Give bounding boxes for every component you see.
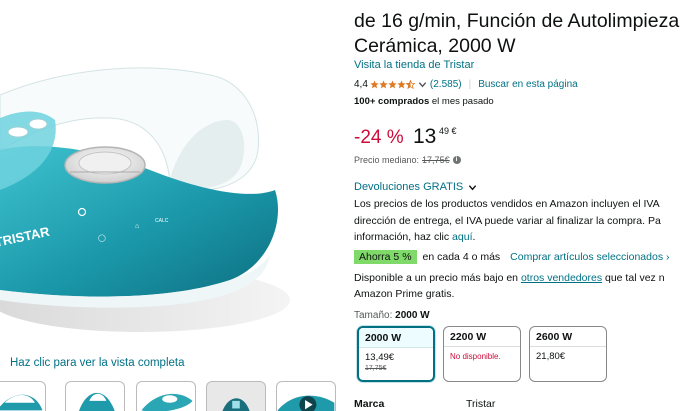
video-thumbnail[interactable] [276, 381, 336, 411]
free-returns-link[interactable]: Devoluciones GRATIS [354, 181, 477, 193]
product-image-pane: ◯ ⌂ CALC TRISTAR Haz clic para ver la vi… [0, 0, 340, 411]
size-option-unavailable: No disponible. [450, 352, 501, 361]
svg-text:◯: ◯ [98, 234, 106, 242]
divider: | [468, 79, 472, 90]
product-title-line-2: Cerámica, 2000 W [354, 35, 516, 57]
bought-count: 100+ comprados el mes pasado [354, 96, 494, 107]
size-option-price: 13,49€ [365, 352, 395, 363]
star-icon [379, 80, 388, 89]
star-rating-icon[interactable] [370, 80, 415, 89]
thumbnail-4[interactable] [206, 381, 266, 411]
store-link[interactable]: Visita la tienda de Tristar [354, 59, 474, 71]
size-option-2600w[interactable]: 2600 W 21,80€ [529, 326, 607, 382]
rating-row: 4,4 (2.585) | Buscar en esta página [354, 78, 578, 91]
star-icon [397, 80, 406, 89]
shop-selected-items-link[interactable]: Comprar artículos seleccionados › [510, 251, 669, 263]
size-option-2000w[interactable]: 2000 W 13,49€ 17,75€ [357, 326, 435, 382]
size-option-2200w[interactable]: 2200 W No disponible. [443, 326, 521, 382]
thumbnail-2[interactable] [65, 381, 125, 411]
median-price-value: 17,75€ [422, 155, 450, 165]
rating-value: 4,4 [354, 79, 368, 90]
thumbnail-1[interactable] [0, 381, 46, 411]
other-sellers-link[interactable]: otros vendedores [521, 272, 602, 284]
star-icon [388, 80, 397, 89]
size-option-price: 21,80€ [536, 351, 566, 362]
tax-info-line-3: información, haz clic aquí. [354, 231, 476, 243]
spec-key: Marca [354, 398, 385, 410]
svg-text:CALC: CALC [155, 218, 169, 224]
savings-badge: Ahorra 5 % [354, 249, 417, 264]
price-fraction: 49 € [439, 126, 457, 136]
svg-text:⌂: ⌂ [135, 223, 139, 230]
tax-info-line-2: dirección de entrega, el IVA puede varia… [354, 215, 661, 227]
main-product-image[interactable]: ◯ ⌂ CALC TRISTAR [0, 0, 300, 345]
chevron-down-icon [469, 184, 477, 190]
discount-percent: -24 % [354, 127, 404, 148]
availability-line-2: Amazon Prime gratis. [354, 288, 455, 300]
info-icon[interactable]: i [452, 156, 461, 164]
size-label: Tamaño: 2000 W [354, 310, 430, 321]
savings-text: en cada 4 o más [422, 250, 501, 263]
spec-value: Tristar [466, 398, 496, 410]
chevron-down-icon[interactable] [418, 80, 427, 89]
savings-row: Ahorra 5 % en cada 4 o más Comprar artíc… [354, 249, 670, 264]
star-half-icon [405, 80, 415, 89]
star-icon [370, 80, 379, 89]
zoom-hint-link[interactable]: Haz clic para ver la vista completa [10, 357, 184, 369]
thumbnail-3[interactable] [136, 381, 196, 411]
size-option-old-price: 17,75€ [365, 365, 387, 372]
rating-count-link[interactable]: (2.585) [430, 79, 462, 90]
tax-info-link[interactable]: aquí [452, 231, 472, 243]
availability-line-1: Disponible a un precio más bajo en otros… [354, 272, 665, 284]
thumbnail-strip [0, 381, 340, 411]
product-title-line-1: de 16 g/min, Función de Autolimpieza [354, 10, 680, 32]
tax-info-line-1: Los precios de los productos vendidos en… [354, 198, 660, 210]
price-whole: 13 [413, 125, 437, 148]
median-price: Precio mediano: 17,75€ i [354, 155, 461, 165]
selected-size: 2000 W [395, 310, 430, 321]
search-page-link[interactable]: Buscar en esta página [478, 79, 578, 90]
